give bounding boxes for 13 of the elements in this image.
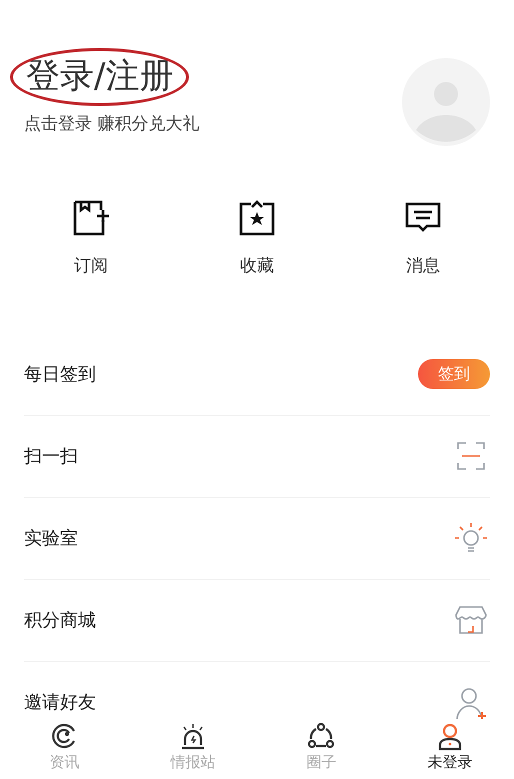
group-icon [306, 721, 336, 751]
menu-item[interactable]: 扫一扫 [24, 442, 78, 470]
shortcut-button[interactable]: 消息 [340, 196, 506, 280]
menu-item[interactable]: 积分商城 [24, 606, 96, 634]
avatar-icon[interactable] [402, 58, 490, 146]
menu-item[interactable]: 每日签到 [24, 360, 96, 388]
tab[interactable]: 未登录 [386, 719, 514, 779]
login-subtitle[interactable]: 点击登录 赚积分兑大礼 [24, 112, 200, 138]
login-register-title[interactable]: 登录/注册 [24, 52, 176, 100]
menu-item[interactable]: 邀请好友 [24, 689, 96, 716]
menu-item[interactable]: 实验室 [24, 524, 78, 552]
shortcut-button[interactable]: 订阅 [8, 196, 174, 280]
shortcut-button[interactable]: 收藏 [174, 196, 340, 280]
